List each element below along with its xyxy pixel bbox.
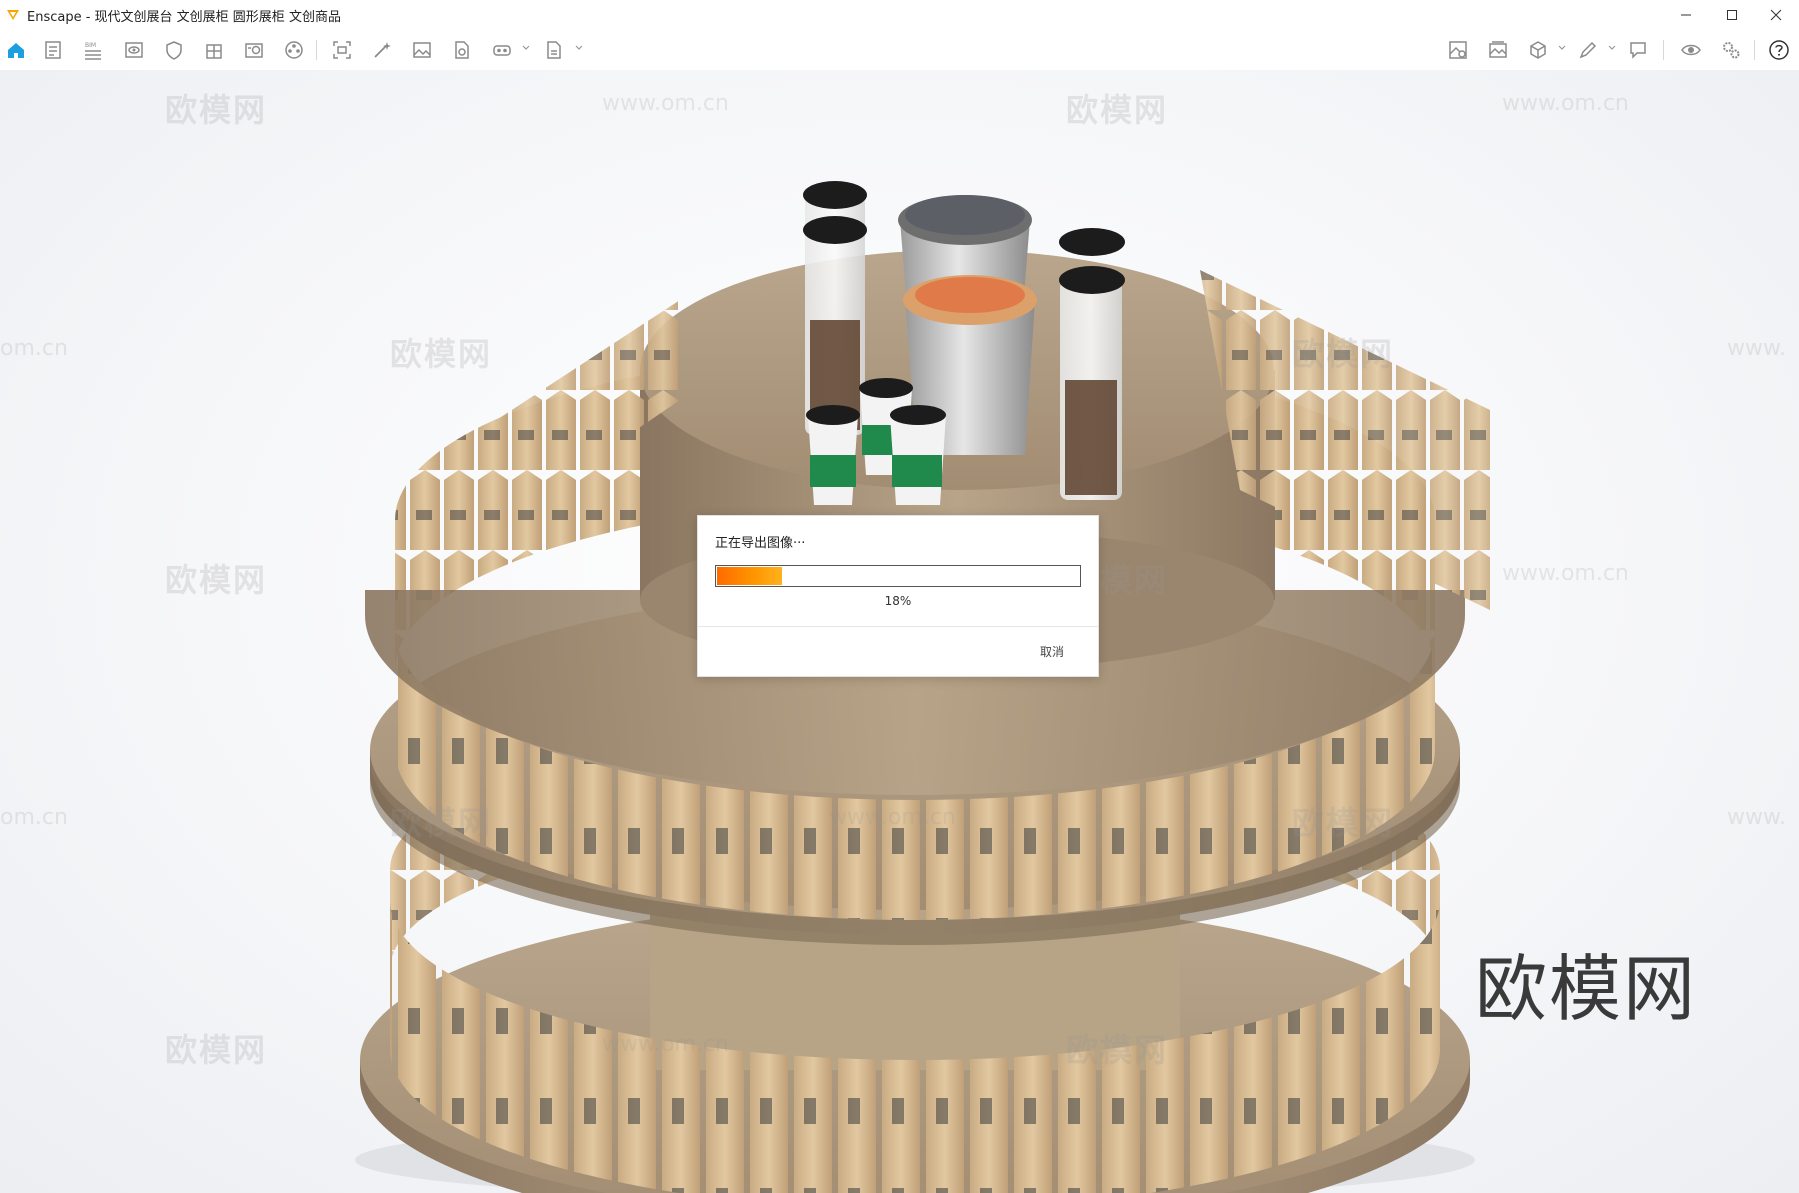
progress-bar xyxy=(715,565,1081,587)
settings-button[interactable] xyxy=(1718,38,1744,62)
minimize-button[interactable] xyxy=(1663,0,1709,30)
dialog-divider xyxy=(698,626,1098,627)
export-panorama-icon xyxy=(455,41,469,59)
image-button[interactable] xyxy=(409,38,435,62)
home-button[interactable] xyxy=(3,38,29,62)
document-button[interactable] xyxy=(40,38,66,62)
pen-icon xyxy=(1579,41,1597,59)
export-file-button[interactable] xyxy=(541,38,567,62)
help-icon xyxy=(1769,40,1789,60)
cube-button[interactable] xyxy=(1525,38,1551,62)
svg-text:BIM: BIM xyxy=(85,42,96,49)
watermark-url: www.om.cn xyxy=(1502,91,1629,116)
watermark-url: www.om.cn xyxy=(829,805,956,830)
watermark-logo: 欧模网 xyxy=(165,561,268,599)
vr-headset-icon xyxy=(493,45,511,56)
chat-icon xyxy=(1630,42,1646,59)
progress-fill xyxy=(717,567,782,585)
close-icon xyxy=(1770,9,1782,21)
maximize-button[interactable] xyxy=(1709,0,1755,30)
cube-dropdown-caret-icon[interactable] xyxy=(1557,43,1567,53)
watermark-url: www. xyxy=(1727,805,1786,830)
watermark-url: www.om.cn xyxy=(602,1032,729,1057)
eye-icon xyxy=(1681,44,1701,56)
toolbar: BIM xyxy=(0,30,1799,93)
brand-watermark: 欧模网 xyxy=(1475,947,1698,1031)
toolbar-separator xyxy=(1754,40,1755,60)
view-icon xyxy=(125,42,143,58)
magic-wand-icon xyxy=(374,42,391,58)
view-button[interactable] xyxy=(121,38,147,62)
watermark-url: www. xyxy=(1727,336,1786,361)
film-icon xyxy=(285,41,303,59)
settings-gears-icon xyxy=(1723,42,1740,59)
enscape-logo-icon xyxy=(7,10,19,20)
bim-button[interactable]: BIM xyxy=(80,38,106,62)
close-button[interactable] xyxy=(1753,0,1799,30)
watermark-logo: 欧模网 xyxy=(390,335,493,373)
watermark-logo: 欧模网 xyxy=(1066,91,1169,129)
home-icon xyxy=(8,43,24,58)
screenshot-button[interactable] xyxy=(329,38,355,62)
dialog-title: 正在导出图像··· xyxy=(715,536,806,551)
watermark-logo: 欧模网 xyxy=(390,804,493,842)
cancel-button[interactable]: 取消 xyxy=(1036,641,1068,662)
export-file-icon xyxy=(547,41,561,59)
film-button[interactable] xyxy=(281,38,307,62)
eye-button[interactable] xyxy=(1678,38,1704,62)
watermark-logo: 欧模网 xyxy=(165,1031,268,1069)
watermark-url: om.cn xyxy=(0,336,68,361)
camera-list-icon xyxy=(245,43,263,58)
progress-percentage: 18% xyxy=(884,594,912,608)
watermark-logo: 欧模网 xyxy=(165,91,268,129)
vr-dropdown-caret-icon[interactable] xyxy=(521,43,531,53)
camera-list-button[interactable] xyxy=(241,38,267,62)
bim-icon: BIM xyxy=(85,42,101,60)
gallery-icon xyxy=(1489,41,1507,58)
building-icon xyxy=(206,44,222,59)
watermark-logo: 欧模网 xyxy=(1292,804,1395,842)
export-panorama-button[interactable] xyxy=(449,38,475,62)
document-icon xyxy=(45,41,61,59)
asset-library-button[interactable] xyxy=(1445,38,1471,62)
help-button[interactable] xyxy=(1766,38,1792,62)
watermark-logo: 欧模网 xyxy=(1066,1031,1169,1069)
cube-icon xyxy=(1530,41,1546,59)
image-icon xyxy=(413,42,431,58)
shield-icon xyxy=(166,41,182,60)
watermark-url: www.om.cn xyxy=(602,91,729,116)
toolbar-separator xyxy=(1663,40,1664,60)
title-bar: Enscape - 现代文创展台 文创展柜 圆形展柜 文创商品 xyxy=(0,0,1799,30)
magic-wand-button[interactable] xyxy=(369,38,395,62)
maximize-icon xyxy=(1727,10,1737,20)
gallery-button[interactable] xyxy=(1485,38,1511,62)
window-title: Enscape - 现代文创展台 文创展柜 圆形展柜 文创商品 xyxy=(27,9,341,25)
shield-button[interactable] xyxy=(161,38,187,62)
asset-library-icon xyxy=(1449,41,1467,59)
screenshot-icon xyxy=(333,41,351,59)
building-button[interactable] xyxy=(201,38,227,62)
watermark-logo: 欧模网 xyxy=(1292,335,1395,373)
pen-button[interactable] xyxy=(1575,38,1601,62)
export-dropdown-caret-icon[interactable] xyxy=(574,43,584,53)
vr-headset-button[interactable] xyxy=(489,38,515,62)
toolbar-separator xyxy=(316,40,317,60)
pen-dropdown-caret-icon[interactable] xyxy=(1607,43,1617,53)
minimize-icon xyxy=(1681,14,1691,16)
watermark-url: om.cn xyxy=(0,805,68,830)
watermark-url: www.om.cn xyxy=(1502,561,1629,586)
export-progress-dialog: 正在导出图像··· 18% 取消 xyxy=(697,515,1099,677)
chat-button[interactable] xyxy=(1625,38,1651,62)
